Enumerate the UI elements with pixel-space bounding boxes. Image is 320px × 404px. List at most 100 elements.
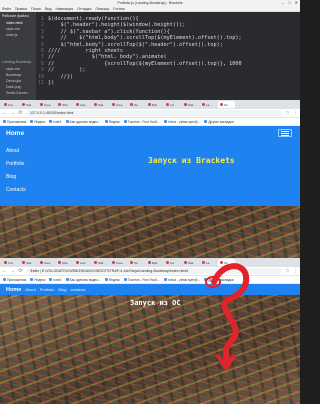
bookmark-item[interactable]: Tourism - Find YouE... — [123, 119, 161, 124]
bookmark-item[interactable]: Inbox - yebar.sym@... — [164, 278, 200, 282]
browser-tab[interactable]: Star — [20, 101, 37, 108]
forward-icon[interactable]: → — [10, 110, 15, 116]
project-file[interactable]: Small-Screen — [0, 90, 36, 96]
bookmark-icon — [65, 278, 69, 281]
line-number: 11 — [37, 80, 44, 87]
hamburger-icon[interactable] — [278, 129, 292, 137]
browser-tab[interactable]: Star — [20, 259, 37, 266]
nav-link-contacts[interactable]: Contacts — [6, 187, 26, 193]
browser-tab[interactable]: Обн — [56, 101, 73, 108]
browser-tab[interactable]: Ли — [218, 259, 235, 266]
bookmark-item[interactable]: Другие закладки — [204, 120, 234, 124]
menu-navigate[interactable]: Навигация — [55, 6, 73, 11]
tab-label: Ли — [224, 102, 228, 107]
tab-label: Star — [188, 102, 194, 107]
menu-debug[interactable]: Отладка — [77, 6, 91, 11]
browser-tab[interactable]: Buh — [146, 259, 163, 266]
browser-tab[interactable]: Ли — [128, 259, 145, 266]
bookmark-icon — [164, 120, 168, 123]
browser-tab[interactable]: Cree — [110, 101, 127, 108]
menu-extra[interactable]: Fortran — [113, 6, 125, 11]
bookmark-item[interactable]: Яндекс — [30, 278, 45, 282]
browser-tab[interactable]: Star — [92, 259, 109, 266]
browser-tab[interactable]: Cree — [110, 259, 127, 266]
url-field[interactable]: Файл | E:/VOLODATOV/WEB/ZHDANOV/BOOTSTRA… — [26, 268, 282, 274]
favicon-icon — [130, 103, 133, 106]
browser-tab[interactable]: Lnt — [164, 259, 181, 266]
menu-icon[interactable]: ⋮ — [293, 268, 298, 274]
star-icon[interactable]: ☆ — [285, 268, 290, 274]
bookmark-item[interactable]: Яндекс — [104, 277, 120, 282]
bookmark-label: Другие закладки — [208, 277, 234, 282]
bookmark-item[interactable]: note1 — [49, 278, 62, 282]
tab-label: Cree — [44, 260, 51, 265]
site-navbar: Home About Portfolio Blog Contacts Запус… — [0, 126, 300, 206]
nav-link-about[interactable]: About — [6, 148, 26, 154]
bookmark-label: Яндекс — [108, 277, 120, 282]
browser-tab[interactable]: Star — [182, 259, 199, 266]
favicon-icon — [184, 261, 187, 264]
browser-tab[interactable]: Cra — [2, 101, 19, 108]
back-icon[interactable]: ← — [2, 268, 7, 274]
url-field[interactable]: 127.0.0.1:49153/index.html — [26, 110, 282, 116]
browser-tab[interactable]: Star — [92, 101, 109, 108]
favicon-icon — [76, 103, 79, 106]
browser-tab[interactable]: Cra — [2, 259, 19, 266]
nav-link-about[interactable]: About — [25, 287, 35, 292]
screenshot-collage: Portfolio.js (Landing-Bootstrap) - Brack… — [0, 0, 300, 404]
browser-tab[interactable]: Cree — [38, 259, 55, 266]
browser-tab[interactable]: Lies — [74, 101, 91, 108]
favicon-icon — [148, 261, 151, 264]
bookmark-label: Tourism - Find YouE... — [127, 119, 161, 124]
browser-tab[interactable]: Lies — [74, 259, 91, 266]
nav-link-portfolio[interactable]: Portfolio — [6, 161, 26, 167]
browser-tab[interactable]: La — [200, 259, 217, 266]
reload-icon[interactable]: ⟳ — [18, 268, 23, 274]
tab-label: Lnt — [170, 102, 175, 107]
code-editor-window: Portfolio.js (Landing-Bootstrap) - Brack… — [0, 0, 300, 100]
favicon-icon — [94, 103, 97, 106]
star-icon[interactable]: ☆ — [285, 110, 290, 116]
tab-strip: Cra Star Cree Обн Lies Star Cree Ли Buh Lnt Star La… — [0, 258, 300, 267]
tab-label: Star — [98, 260, 104, 265]
menu-help[interactable]: Помощь — [95, 6, 109, 11]
nav-link-blog[interactable]: Blog — [6, 174, 26, 180]
browser-tab[interactable]: Lnt — [164, 101, 181, 108]
code-area[interactable]: 1 $(document).ready(function(){2 $(".head… — [36, 12, 300, 100]
browser-tab[interactable]: Buh — [146, 101, 163, 108]
favicon-icon — [76, 261, 79, 264]
bookmark-item[interactable]: Inbox - yebar.sym@... — [164, 120, 200, 124]
browser-tab[interactable]: Обн — [56, 259, 73, 266]
bookmark-item[interactable]: Приложения — [3, 120, 26, 124]
bookmark-item[interactable]: Как сделать видео... — [65, 278, 101, 282]
reload-icon[interactable]: ⟳ — [18, 110, 23, 116]
back-icon[interactable]: ← — [2, 110, 7, 116]
bookmark-item[interactable]: Tourism - Find YouE... — [123, 278, 160, 282]
menu-icon[interactable]: ⋮ — [293, 110, 298, 116]
nav-link-contacts[interactable]: contacts — [70, 287, 85, 292]
bookmark-item[interactable]: Яндекс — [104, 120, 120, 124]
browser-tab[interactable]: Cree — [38, 101, 55, 108]
bookmark-item[interactable]: Приложения — [3, 278, 26, 282]
bookmark-item[interactable]: Другие закладки — [204, 277, 234, 282]
browser-tab[interactable]: Ли — [218, 101, 235, 108]
navbar-brand[interactable]: Home — [6, 287, 21, 293]
forward-icon[interactable]: → — [10, 268, 15, 274]
working-file-main[interactable]: main.js — [0, 32, 36, 38]
menu-find[interactable]: Поиск — [31, 6, 41, 11]
nav-link-portfolio[interactable]: Portfolio — [40, 287, 55, 292]
project-folder[interactable]: Landing-Bootstrap — [0, 58, 36, 66]
bookmark-item[interactable]: Яндекс — [30, 120, 45, 124]
menu-view[interactable]: Вид — [45, 6, 52, 11]
nav-link-blog[interactable]: Blog — [58, 287, 66, 292]
browser-tab[interactable]: Ли — [128, 101, 145, 108]
nav-menu: About Portfolio Blog Contacts — [6, 148, 26, 193]
browser-tab[interactable]: Star — [182, 101, 199, 108]
bookmark-item[interactable]: Как сделать видео... — [65, 120, 101, 124]
navbar-brand[interactable]: Home — [6, 130, 24, 137]
menu-file[interactable]: Файл — [2, 6, 11, 11]
menu-edit[interactable]: Правка — [15, 6, 27, 11]
favicon-icon — [130, 261, 133, 264]
bookmark-item[interactable]: note1 — [49, 120, 62, 124]
browser-tab[interactable]: La — [200, 101, 217, 108]
